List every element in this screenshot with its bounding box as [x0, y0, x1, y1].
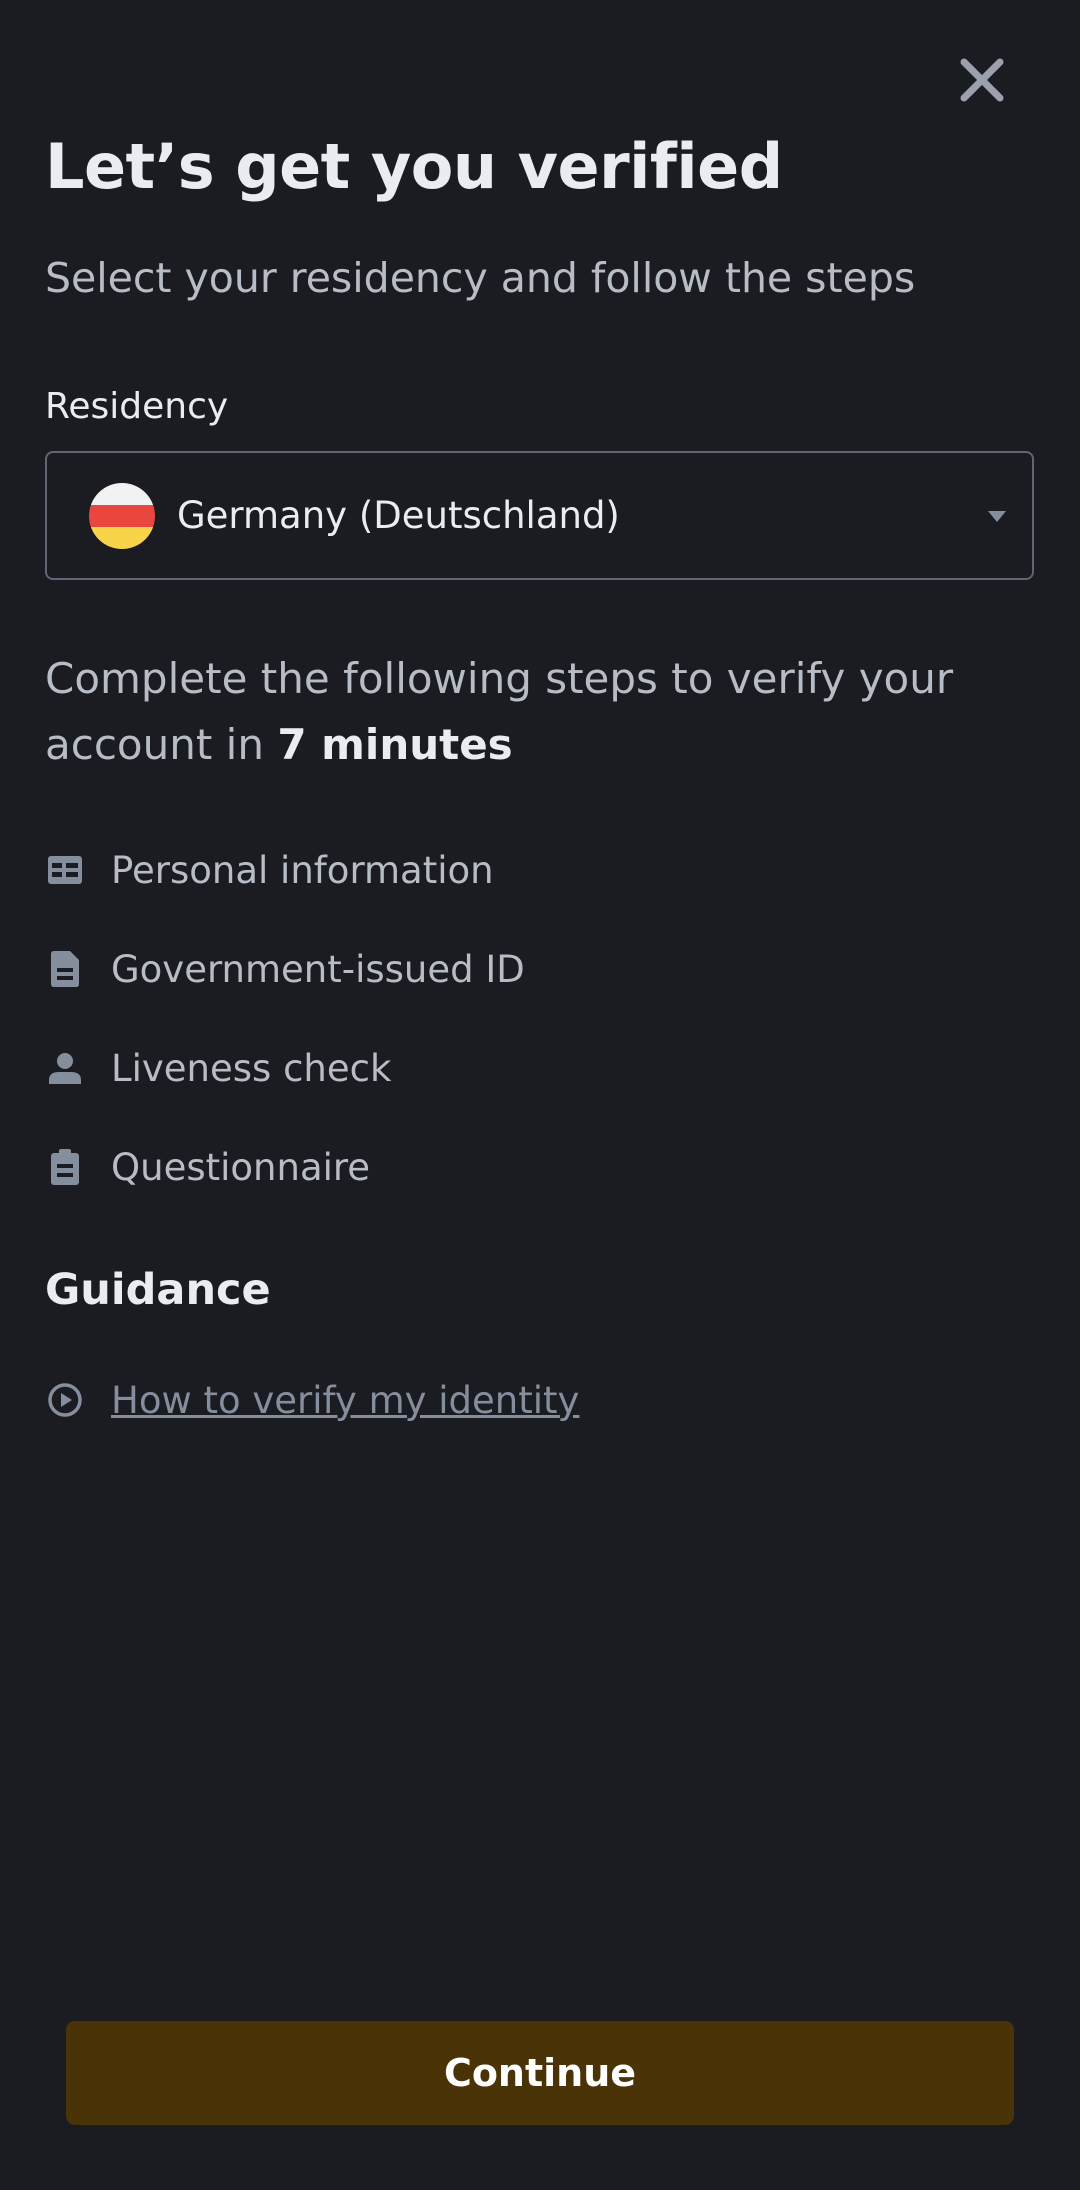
how-to-verify-link[interactable]: How to verify my identity	[45, 1375, 579, 1425]
id-card-icon	[45, 850, 85, 890]
page-title: Let’s get you verified	[45, 130, 783, 203]
document-icon	[45, 949, 85, 989]
step-label: Government-issued ID	[111, 947, 525, 991]
steps-duration: 7 minutes	[277, 720, 513, 769]
how-to-verify-link-text: How to verify my identity	[111, 1378, 580, 1422]
close-icon	[960, 58, 1004, 102]
step-personal-information: Personal information	[45, 845, 945, 895]
step-government-id: Government-issued ID	[45, 944, 945, 994]
caret-down-icon	[988, 511, 1006, 522]
person-icon	[45, 1048, 85, 1088]
page-subtitle: Select your residency and follow the ste…	[45, 254, 916, 302]
step-label: Liveness check	[111, 1046, 392, 1090]
step-label: Questionnaire	[111, 1145, 371, 1189]
steps-intro: Complete the following steps to verify y…	[45, 646, 1045, 778]
clipboard-icon	[45, 1147, 85, 1187]
germany-flag-icon	[89, 482, 155, 549]
steps-list: Personal information Government-issued I…	[45, 845, 945, 1241]
residency-select[interactable]: Germany (Deutschland)	[45, 451, 1034, 580]
play-circle-icon	[45, 1380, 85, 1420]
step-liveness-check: Liveness check	[45, 1043, 945, 1093]
residency-label: Residency	[45, 386, 229, 427]
step-label: Personal information	[111, 848, 494, 892]
close-button[interactable]	[950, 48, 1014, 112]
step-questionnaire: Questionnaire	[45, 1142, 945, 1192]
residency-selected-value: Germany (Deutschland)	[177, 494, 620, 537]
guidance-heading: Guidance	[45, 1265, 271, 1315]
continue-button[interactable]: Continue	[66, 2021, 1014, 2125]
